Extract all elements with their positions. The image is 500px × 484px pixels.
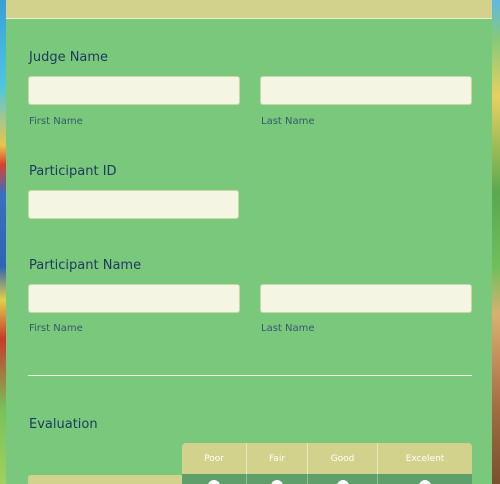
participant-first-name-sublabel: First Name [29, 323, 83, 334]
cell-poor [182, 474, 247, 484]
column-fair: Fair [247, 443, 308, 474]
evaluation-label: Evaluation [29, 417, 98, 432]
column-poor: Poor [182, 443, 247, 474]
participant-last-name-sublabel: Last Name [261, 323, 315, 334]
column-excelent: Excelent [405, 453, 445, 464]
cell-fair [247, 474, 308, 484]
judge-last-name-sublabel: Last Name [261, 116, 315, 127]
cell-excelent [378, 474, 472, 484]
participant-last-name-input[interactable] [260, 284, 472, 313]
participant-first-name-input[interactable] [28, 284, 240, 313]
evaluation-matrix-row [182, 474, 472, 484]
participant-name-label: Participant Name [29, 258, 142, 273]
radio-good[interactable] [336, 480, 349, 484]
evaluation-row-label [28, 475, 182, 484]
judge-first-name-sublabel: First Name [29, 116, 83, 127]
radio-fair[interactable] [271, 480, 283, 484]
background-right [492, 0, 500, 484]
judge-name-label: Judge Name [29, 50, 109, 65]
cell-good [308, 474, 378, 484]
participant-id-input[interactable] [28, 190, 239, 219]
radio-excelent[interactable] [419, 480, 431, 484]
judge-first-name-input[interactable] [28, 76, 240, 105]
column-good: Good [308, 443, 378, 474]
section-divider [28, 375, 472, 376]
radio-poor[interactable] [208, 480, 220, 484]
participant-id-label: Participant ID [29, 164, 117, 179]
judge-last-name-input[interactable] [260, 76, 472, 105]
form-card: Judge Name First Name Last Name Particip… [6, 0, 492, 484]
evaluation-matrix-header: Poor Fair Good Excelent [182, 443, 472, 474]
form-header-bar [6, 0, 492, 19]
